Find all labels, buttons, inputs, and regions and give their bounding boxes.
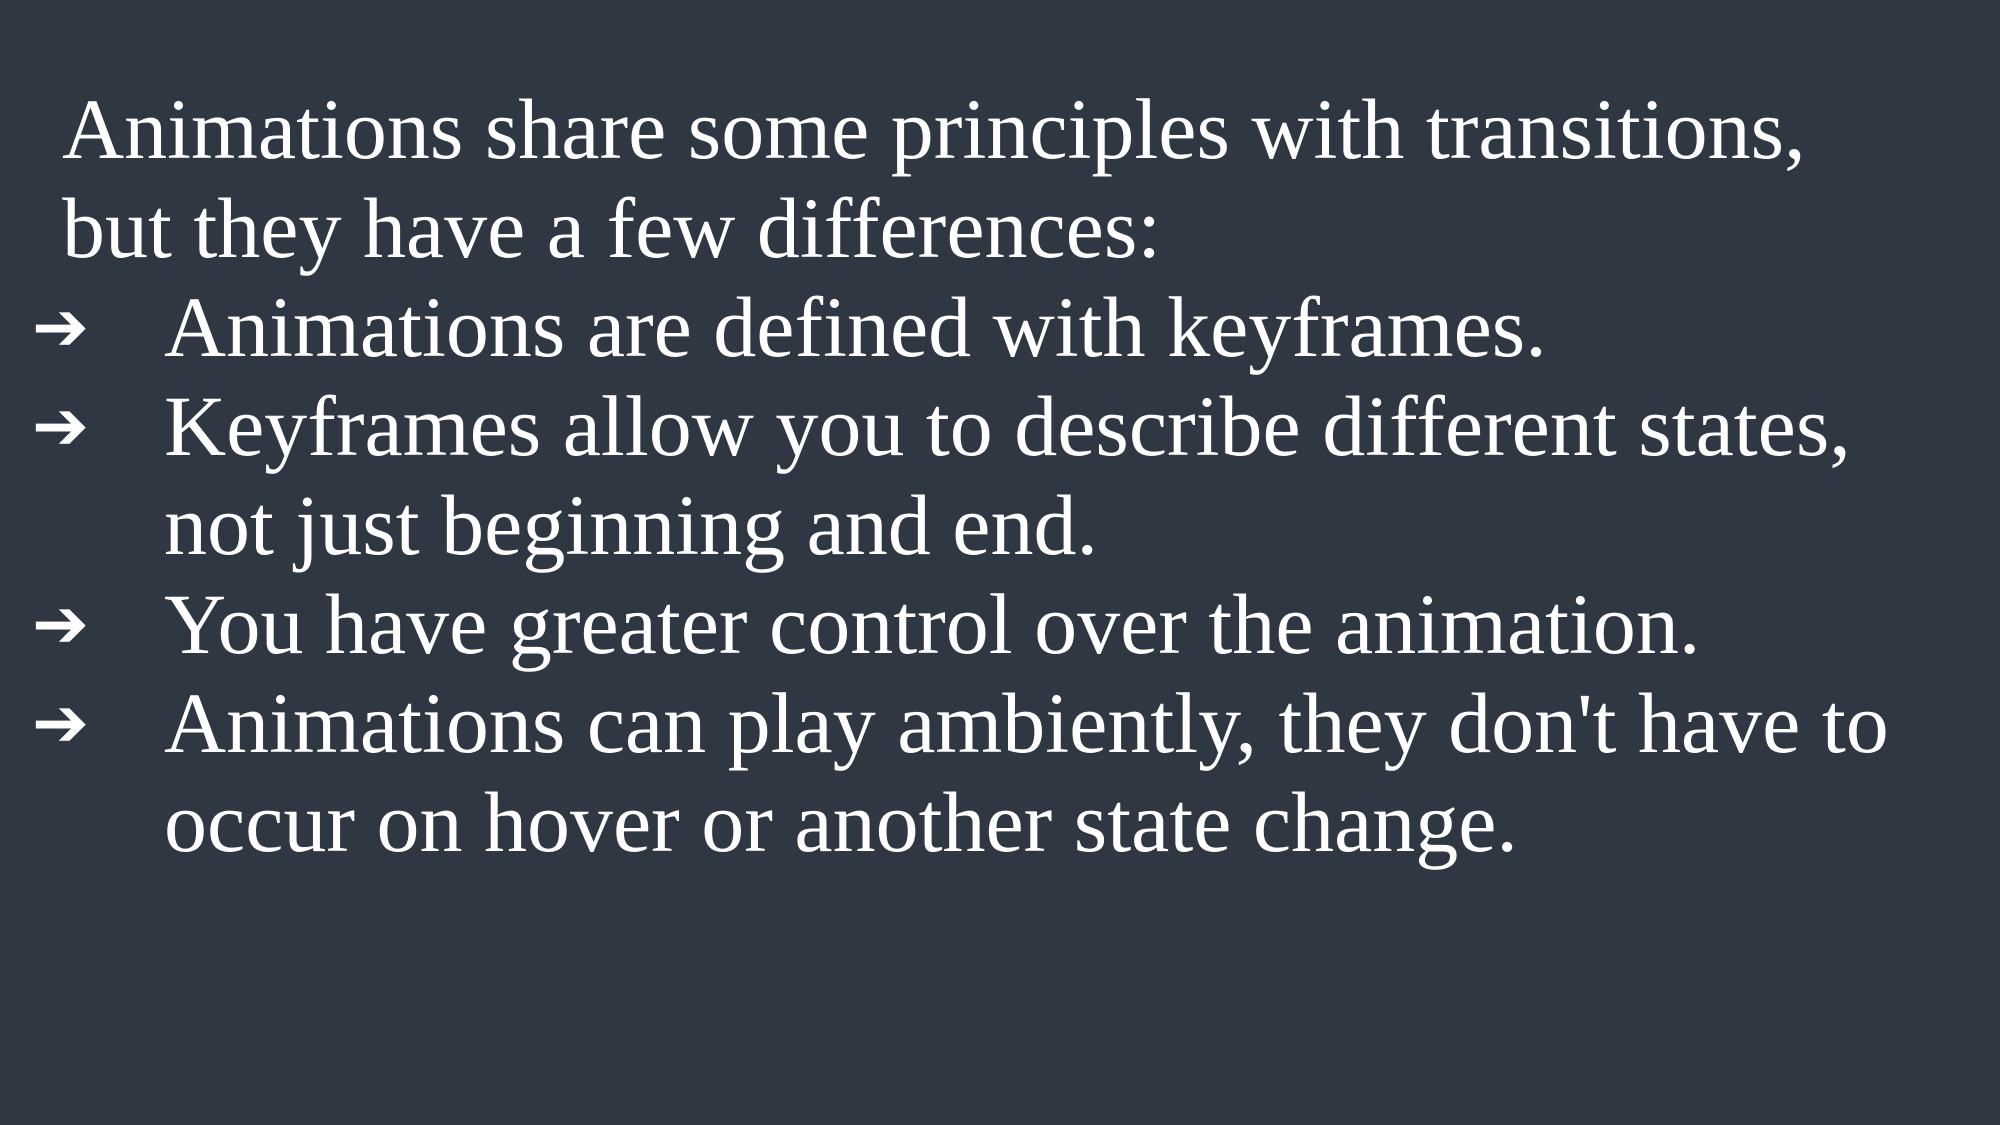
intro-text: Animations share some principles with tr… bbox=[62, 81, 1806, 276]
bullet-item: ➔ You have greater control over the anim… bbox=[32, 575, 1924, 674]
bullet-text: You have greater control over the animat… bbox=[164, 576, 1701, 672]
bullet-text: Keyframes allow you to describe differen… bbox=[164, 378, 1851, 573]
slide: Animations share some principles with tr… bbox=[0, 0, 2000, 1125]
bullet-list: ➔ Animations are defined with keyframes.… bbox=[32, 278, 2000, 872]
arrow-right-icon: ➔ bbox=[32, 387, 89, 466]
arrow-right-icon: ➔ bbox=[32, 684, 89, 763]
bullet-text: Animations are defined with keyframes. bbox=[164, 279, 1547, 375]
bullet-item: ➔ Animations can play ambiently, they do… bbox=[32, 674, 1924, 872]
bullet-item: ➔ Keyframes allow you to describe differ… bbox=[32, 377, 1924, 575]
bullet-text: Animations can play ambiently, they don'… bbox=[164, 675, 1889, 870]
arrow-right-icon: ➔ bbox=[32, 585, 89, 664]
arrow-right-icon: ➔ bbox=[32, 288, 89, 367]
bullet-item: ➔ Animations are defined with keyframes. bbox=[32, 278, 1924, 377]
